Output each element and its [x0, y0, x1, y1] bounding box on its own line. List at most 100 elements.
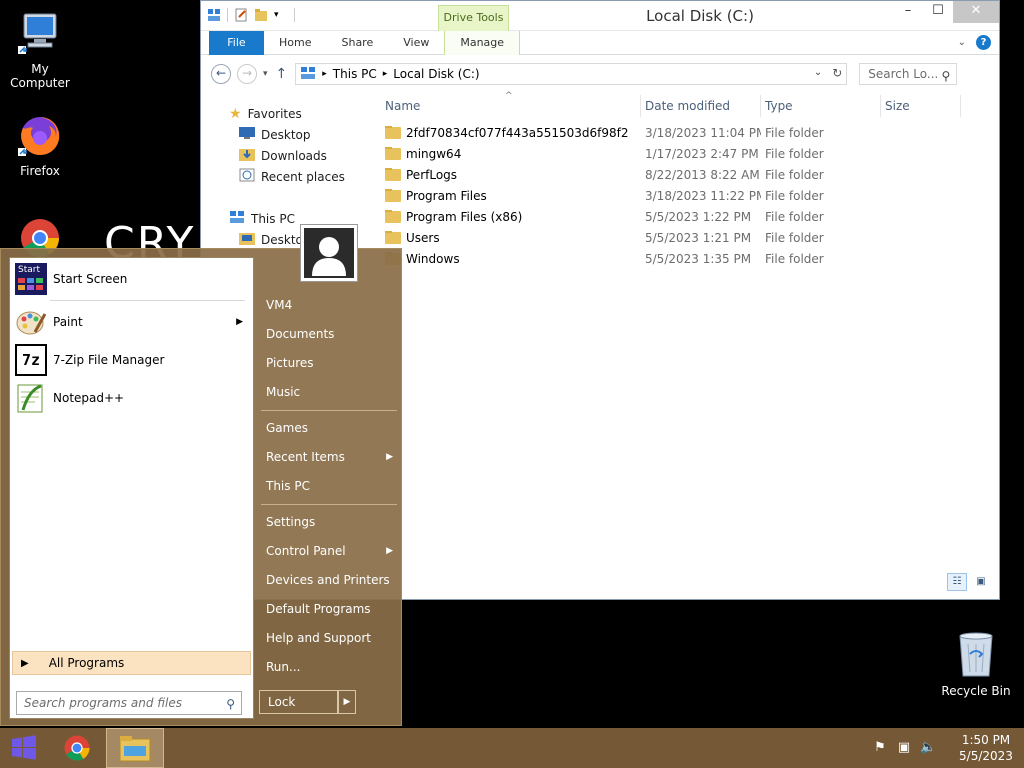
place-recent-items[interactable]: Recent Items ▶	[257, 443, 403, 472]
forward-button[interactable]: →	[237, 64, 257, 84]
user-avatar[interactable]	[301, 225, 357, 281]
col-date-modified[interactable]: Date modified	[641, 95, 761, 117]
place-music[interactable]: Music	[257, 378, 403, 407]
taskbar-file-explorer[interactable]	[106, 728, 164, 768]
file-row[interactable]: 2fdf70834cf077f443a551503d6f98f2 3/18/202…	[381, 122, 999, 143]
nav-desktop-label: Desktop	[261, 127, 311, 142]
start-button[interactable]	[0, 728, 48, 768]
lock-button[interactable]: Lock	[259, 690, 338, 714]
tab-file[interactable]: File	[209, 30, 264, 55]
start-item-label: Notepad++	[53, 391, 125, 405]
expand-ribbon-icon[interactable]: ⌄	[958, 37, 966, 48]
tab-manage[interactable]: Manage	[444, 30, 521, 55]
tab-home[interactable]: Home	[264, 31, 326, 55]
tab-view[interactable]: View	[388, 31, 444, 55]
desktop-icon-recycle-bin[interactable]: Recycle Bin	[938, 630, 1014, 698]
tab-share[interactable]: Share	[326, 31, 388, 55]
folder-icon	[385, 209, 401, 223]
file-date: 5/5/2023 1:35 PM	[645, 251, 752, 266]
star-icon: ★	[229, 105, 242, 122]
place-this-pc[interactable]: This PC	[257, 472, 403, 501]
start-item-start-screen[interactable]: Start Start Screen	[10, 260, 253, 298]
start-item-7zip[interactable]: 7z 7-Zip File Manager	[10, 341, 253, 379]
file-row[interactable]: Program Files 3/18/2023 11:22 PM File fold…	[381, 185, 999, 206]
start-search-input[interactable]: Search programs and files ⚲	[16, 691, 242, 715]
help-icon[interactable]: ?	[976, 35, 991, 50]
system-tray: ⚑ ▣ 🔈 1:50 PM 5/5/2023	[872, 728, 1016, 768]
nav-favorites[interactable]: ★ Favorites	[201, 103, 381, 124]
close-button[interactable]: ✕	[953, 1, 999, 23]
all-programs-button[interactable]: ▶ All Programs	[12, 651, 251, 675]
place-games[interactable]: Games	[257, 414, 403, 443]
nav-desktop[interactable]: Desktop	[201, 124, 381, 145]
nav-recent-places[interactable]: Recent places	[201, 166, 381, 187]
this-pc-nav-icon	[229, 210, 245, 227]
file-name: Windows	[381, 251, 641, 266]
desktop-icon-firefox[interactable]: Firefox	[0, 112, 80, 178]
file-row[interactable]: Windows 5/5/2023 1:35 PM File folder	[381, 248, 999, 269]
address-bar[interactable]: ▸ This PC ▸ Local Disk (C:) ⌄ ↻	[295, 63, 848, 85]
back-button[interactable]: ←	[211, 64, 231, 84]
firefox-icon	[16, 112, 64, 160]
file-name: PerfLogs	[381, 167, 641, 182]
file-row[interactable]: mingw64 1/17/2023 2:47 PM File folder	[381, 143, 999, 164]
action-center-flag-icon[interactable]: ⚑	[872, 740, 888, 756]
recent-locations-icon[interactable]: ▾	[263, 69, 268, 79]
breadcrumb-separator: ▸	[322, 69, 327, 79]
maximize-button[interactable]: ☐	[923, 1, 953, 23]
minimize-button[interactable]: –	[893, 1, 923, 23]
file-type: File folder	[765, 146, 824, 161]
file-type: File folder	[765, 251, 824, 266]
place-default-programs[interactable]: Default Programs	[257, 595, 403, 624]
col-size[interactable]: Size	[881, 95, 961, 117]
this-pc-icon	[300, 66, 316, 83]
clock-date: 5/5/2023	[959, 749, 1013, 763]
file-row[interactable]: Program Files (x86) 5/5/2023 1:22 PM File …	[381, 206, 999, 227]
place-devices-printers[interactable]: Devices and Printers	[257, 566, 403, 595]
search-box[interactable]: Search Lo... ⚲	[859, 63, 958, 85]
place-pictures[interactable]: Pictures	[257, 349, 403, 378]
volume-muted-icon[interactable]: 🔈	[920, 740, 936, 756]
place-vm4[interactable]: VM4	[257, 291, 403, 320]
desktop-icon-my-computer[interactable]: My Computer	[0, 10, 80, 90]
title-bar[interactable]: ▾ Drive Tools Local Disk (C:) – ☐ ✕	[201, 1, 999, 31]
folder-icon	[385, 146, 401, 160]
computer-icon	[16, 10, 64, 58]
breadcrumb-local-disk[interactable]: Local Disk (C:)	[393, 67, 479, 81]
submenu-arrow-icon: ▶	[236, 317, 243, 327]
col-type[interactable]: Type	[761, 95, 881, 117]
place-run[interactable]: Run...	[257, 653, 403, 682]
network-icon[interactable]: ▣	[896, 740, 912, 756]
details-view-icon[interactable]: ☷	[947, 573, 967, 591]
breadcrumb-this-pc[interactable]: This PC	[333, 67, 377, 81]
file-row[interactable]: PerfLogs 8/22/2013 8:22 AM File folder	[381, 164, 999, 185]
place-recent-items-label: Recent Items	[266, 450, 345, 464]
place-help-support[interactable]: Help and Support	[257, 624, 403, 653]
taskbar-chrome[interactable]	[48, 728, 106, 768]
ribbon-tabs: File Home Share View Manage ⌄ ?	[201, 30, 999, 55]
search-icon: ⚲	[226, 697, 235, 711]
file-type: File folder	[765, 188, 824, 203]
all-programs-label: All Programs	[48, 656, 125, 670]
desktop-folder-icon	[239, 127, 255, 142]
up-button[interactable]: ↑	[276, 66, 288, 82]
address-dropdown-icon[interactable]: ⌄	[814, 67, 822, 78]
paint-icon	[15, 306, 47, 338]
place-documents[interactable]: Documents	[257, 320, 403, 349]
recycle-bin-icon	[956, 630, 996, 678]
start-item-paint[interactable]: Paint ▶	[10, 303, 253, 341]
nav-recent-places-label: Recent places	[261, 169, 345, 184]
shutdown-options-button[interactable]: ▶	[338, 690, 356, 714]
folder-icon	[385, 167, 401, 181]
place-control-panel[interactable]: Control Panel ▶	[257, 537, 403, 566]
start-item-notepadpp[interactable]: Notepad++	[10, 379, 253, 417]
place-settings[interactable]: Settings	[257, 508, 403, 537]
nav-downloads[interactable]: Downloads	[201, 145, 381, 166]
file-row[interactable]: Users 5/5/2023 1:21 PM File folder	[381, 227, 999, 248]
refresh-icon[interactable]: ↻	[832, 66, 842, 80]
clock[interactable]: 1:50 PM 5/5/2023	[956, 732, 1016, 764]
file-date: 5/5/2023 1:22 PM	[645, 209, 752, 224]
clock-time: 1:50 PM	[961, 733, 1011, 747]
large-icons-view-icon[interactable]: ▣	[971, 573, 991, 591]
file-date: 3/18/2023 11:22 PM	[645, 188, 761, 203]
